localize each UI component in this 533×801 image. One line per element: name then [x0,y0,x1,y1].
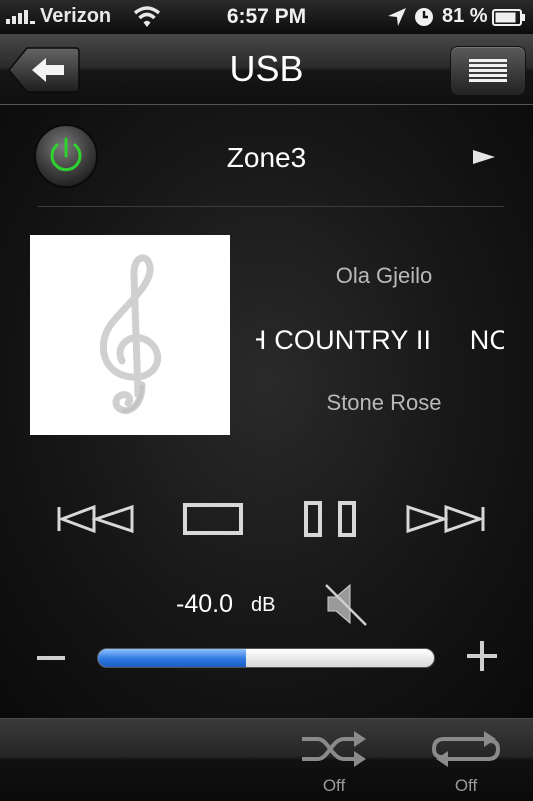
stop-button[interactable] [182,499,244,539]
shuffle-status: Off [322,776,346,795]
treble-clef-icon [99,254,162,415]
volume-unit: dB [251,594,276,616]
mute-speaker-icon[interactable] [322,581,368,627]
album-artwork [30,235,230,435]
artist-name: Ola Gjeilo [335,263,433,288]
repeat-status: Off [454,776,478,795]
track-title-marquee: NORTH COUNTRY II NORTH COUNTRY II [256,325,504,361]
previous-track-button[interactable] [56,499,136,539]
location-icon [388,8,406,26]
pause-button[interactable] [302,499,358,539]
battery-icon [492,9,525,26]
bottom-toolbar: Off Off [0,718,533,801]
volume-slider-fill [98,649,246,667]
player-panel: Zone3 Ola Gjeilo NORTH COUNTRY II NORTH … [0,105,533,718]
zone-name[interactable]: Zone3 [0,142,533,174]
title-bar: USB [0,34,533,105]
volume-down-button[interactable] [36,643,66,673]
repeat-icon[interactable] [430,729,502,769]
alarm-clock-icon [415,8,433,26]
play-arrow-icon[interactable] [473,150,495,164]
status-bar: Verizon 6:57 PM 81 % [0,0,533,34]
track-title: NORTH COUNTRY II NORTH COUNTRY II [256,325,504,355]
battery-percent: 81 % [442,5,488,27]
divider [38,206,504,207]
volume-value: -40.0 [176,590,233,618]
next-track-button[interactable] [404,499,486,539]
volume-slider[interactable] [97,648,435,668]
list-menu-icon [469,59,507,83]
menu-button[interactable] [450,46,526,96]
album-name: Stone Rose [326,390,442,415]
volume-up-button[interactable] [466,640,498,672]
shuffle-icon[interactable] [300,729,368,769]
